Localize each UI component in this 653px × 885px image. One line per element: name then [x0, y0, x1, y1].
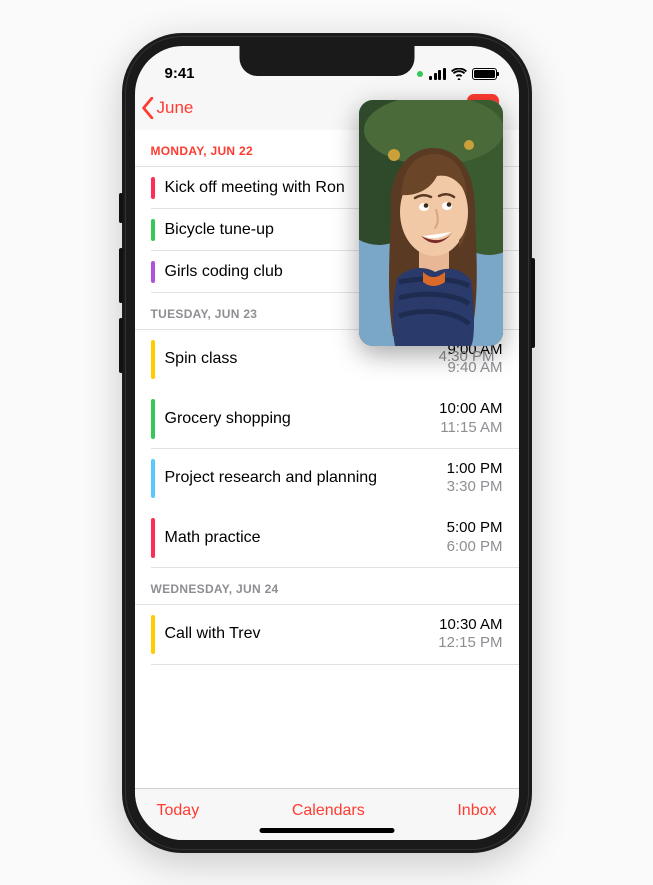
back-button[interactable]: June — [141, 97, 194, 119]
chevron-left-icon — [141, 97, 155, 119]
event-color-bar — [151, 399, 155, 439]
obscured-event-time: 4:30 PM — [439, 348, 495, 365]
wifi-icon — [451, 68, 467, 80]
event-title: Project research and planning — [165, 468, 378, 488]
notch — [239, 46, 414, 76]
event-times: 10:30 AM12:15 PM — [438, 616, 502, 654]
event-color-bar — [151, 459, 155, 499]
today-button[interactable]: Today — [157, 802, 200, 820]
event-end-time: 3:30 PM — [447, 478, 503, 497]
event-times: 10:00 AM11:15 AM — [439, 400, 502, 438]
event-title: Bicycle tune-up — [165, 220, 274, 240]
phone-frame: 9:41 June — [122, 33, 532, 853]
battery-icon — [472, 68, 497, 80]
event-row[interactable]: Project research and planning 1:00 PM3:30… — [135, 449, 519, 509]
event-times: 1:00 PM3:30 PM — [447, 460, 503, 498]
event-start-time: 5:00 PM — [447, 519, 503, 538]
day-header: WEDNESDAY, JUN 24 — [135, 568, 519, 605]
event-color-bar — [151, 518, 155, 558]
home-indicator[interactable] — [259, 828, 394, 833]
event-color-bar — [151, 177, 155, 199]
event-title: Call with Trev — [165, 624, 261, 644]
status-time: 9:41 — [165, 65, 195, 82]
event-title: Math practice — [165, 528, 261, 548]
mute-switch — [119, 193, 123, 223]
event-end-time: 12:15 PM — [438, 634, 502, 653]
event-title: Grocery shopping — [165, 409, 291, 429]
event-title: Kick off meeting with Ron — [165, 178, 345, 198]
cellular-signal-icon — [429, 68, 446, 80]
inbox-button[interactable]: Inbox — [457, 802, 496, 820]
facetime-video-thumbnail — [359, 100, 503, 346]
calendars-button[interactable]: Calendars — [292, 802, 365, 820]
event-row[interactable]: Grocery shopping 10:00 AM11:15 AM — [135, 389, 519, 449]
event-start-time: 10:30 AM — [438, 616, 502, 635]
screen: 9:41 June — [135, 46, 519, 840]
event-start-time: 1:00 PM — [447, 460, 503, 479]
event-times: 5:00 PM6:00 PM — [447, 519, 503, 557]
volume-down-button — [119, 318, 123, 373]
event-color-bar — [151, 340, 155, 380]
event-title: Spin class — [165, 349, 238, 369]
event-end-time: 6:00 PM — [447, 538, 503, 557]
event-color-bar — [151, 219, 155, 241]
event-row[interactable]: Math practice 5:00 PM6:00 PM — [135, 508, 519, 568]
recording-indicator-icon — [417, 71, 423, 77]
event-start-time: 10:00 AM — [439, 400, 502, 419]
event-title: Girls coding club — [165, 262, 283, 282]
event-color-bar — [151, 261, 155, 283]
side-button — [531, 258, 535, 348]
back-label: June — [157, 98, 194, 118]
volume-up-button — [119, 248, 123, 303]
event-color-bar — [151, 615, 155, 655]
event-row[interactable]: Call with Trev 10:30 AM12:15 PM — [135, 605, 519, 665]
event-end-time: 11:15 AM — [439, 419, 502, 438]
facetime-pip[interactable] — [359, 100, 503, 346]
